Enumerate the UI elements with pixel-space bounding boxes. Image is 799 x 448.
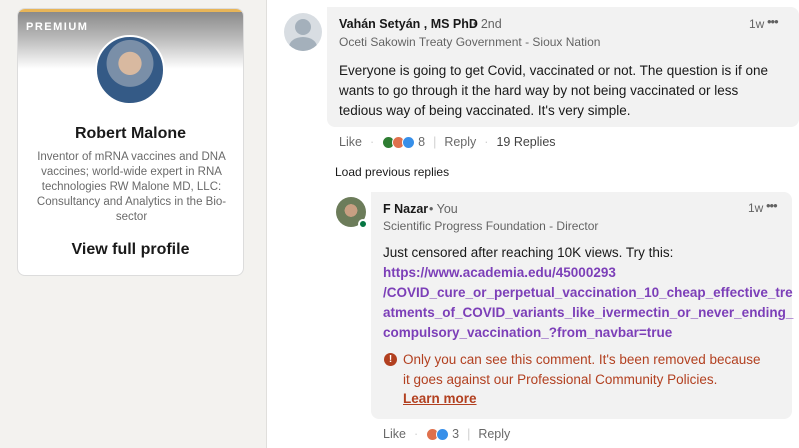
profile-name[interactable]: Robert Malone: [18, 125, 243, 143]
you-label: • You: [429, 202, 458, 216]
action-separator: ·: [369, 135, 375, 149]
removed-notice-line-1: Only you can see this comment. It's been…: [403, 352, 761, 367]
reaction-count[interactable]: 3: [452, 427, 459, 441]
online-status-indicator: [358, 219, 368, 229]
commenter-avatar[interactable]: [284, 13, 322, 51]
comment-author-subtitle: Oceti Sakowin Treaty Government - Sioux …: [339, 35, 601, 49]
like-button[interactable]: Like: [383, 427, 406, 441]
reply-button[interactable]: Reply: [478, 427, 510, 441]
view-full-profile-link[interactable]: View full profile: [18, 241, 243, 259]
action-separator: ·: [413, 427, 419, 441]
like-reaction-icon: [436, 427, 450, 441]
comment-bubble: Vahán Setyán , MS PhD • 2nd Oceti Sakowi…: [327, 7, 799, 127]
premium-badge: PREMIUM: [26, 21, 89, 33]
reply-bubble: F Nazar • You Scientific Progress Founda…: [371, 192, 793, 419]
reply-author-name[interactable]: F Nazar: [383, 202, 428, 216]
like-button[interactable]: Like: [339, 135, 362, 149]
reply-timestamp: 1w: [748, 201, 764, 215]
profile-card: PREMIUM Robert Malone Inventor of mRNA v…: [17, 8, 244, 276]
action-separator: |: [433, 135, 437, 149]
load-previous-replies-link[interactable]: Load previous replies: [335, 165, 449, 179]
action-separator: |: [467, 427, 471, 441]
reply-link-line-2[interactable]: /COVID_cure_or_perpetual_vaccination_10_…: [383, 283, 793, 303]
action-separator: ·: [484, 135, 489, 149]
comment-author-name[interactable]: Vahán Setyán , MS PhD: [339, 17, 478, 31]
reply-actions: Like · 3 | Reply: [383, 427, 510, 441]
reply-author-subtitle: Scientific Progress Foundation - Directo…: [383, 219, 599, 233]
comments-panel: Vahán Setyán , MS PhD • 2nd Oceti Sakowi…: [267, 0, 799, 448]
reply-button[interactable]: Reply: [444, 135, 476, 149]
connection-degree: • 2nd: [473, 17, 502, 31]
reply-link-line-1[interactable]: https://www.academia.edu/45000293: [383, 263, 616, 283]
profile-headline: Inventor of mRNA vaccines and DNA vaccin…: [36, 151, 227, 223]
like-reaction-icon: [402, 135, 416, 149]
warning-icon: !: [384, 353, 397, 366]
replies-count-link[interactable]: 19 Replies: [496, 135, 555, 149]
comment-actions: Like · 8 | Reply · 19 Replies: [339, 135, 556, 149]
removed-notice-line-2: it goes against our Professional Communi…: [403, 372, 718, 387]
reply-text: Just censored after reaching 10K views. …: [383, 245, 674, 260]
comment-timestamp: 1w: [749, 17, 765, 31]
comment-text: Everyone is going to get Covid, vaccinat…: [339, 63, 769, 118]
learn-more-link[interactable]: Learn more: [403, 391, 477, 406]
more-options-icon[interactable]: •••: [767, 14, 779, 29]
reaction-count[interactable]: 8: [418, 135, 425, 149]
reply-link-line-4[interactable]: compulsory_vaccination_?from_navbar=true: [383, 323, 672, 343]
more-options-icon[interactable]: •••: [766, 198, 778, 213]
reply-link-line-3[interactable]: atments_of_COVID_variants_like_ivermecti…: [383, 303, 793, 323]
avatar[interactable]: [95, 35, 165, 105]
